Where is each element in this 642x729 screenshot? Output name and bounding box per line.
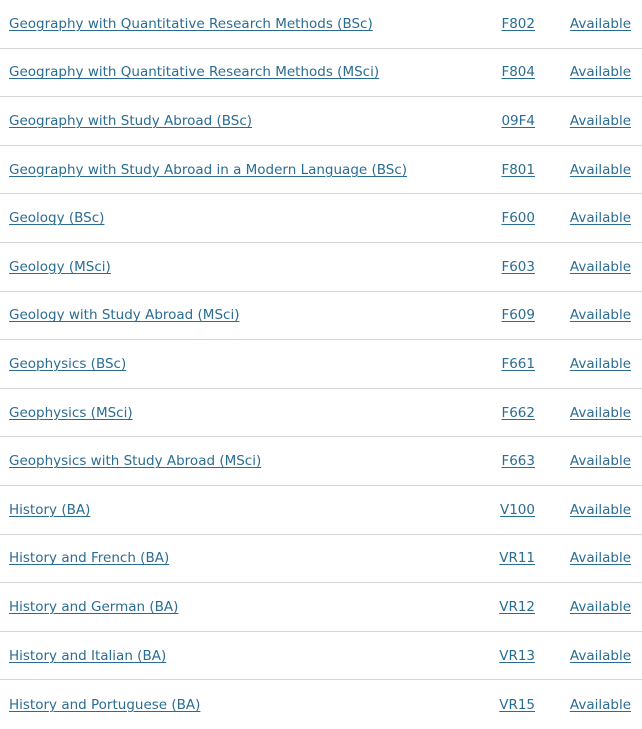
table-row: Geophysics (BSc) F661 Available — [0, 340, 642, 389]
course-code-link[interactable]: VR11 — [499, 550, 535, 566]
course-name-link[interactable]: History (BA) — [9, 502, 90, 518]
availability-link[interactable]: Available — [570, 307, 631, 323]
table-row: Geology (BSc) F600 Available — [0, 194, 642, 243]
course-name-link[interactable]: History and German (BA) — [9, 599, 178, 615]
course-code-link[interactable]: VR13 — [499, 648, 535, 664]
table-row: History and Italian (BA) VR13 Available — [0, 632, 642, 681]
availability-link[interactable]: Available — [570, 648, 631, 664]
table-row: History (BA) V100 Available — [0, 486, 642, 535]
table-row: Geography with Study Abroad in a Modern … — [0, 146, 642, 195]
course-code-link[interactable]: VR12 — [499, 599, 535, 615]
availability-link[interactable]: Available — [570, 259, 631, 275]
table-row: Geology (MSci) F603 Available — [0, 243, 642, 292]
course-code-link[interactable]: V100 — [500, 502, 535, 518]
course-code-link[interactable]: F600 — [501, 210, 535, 226]
course-code-link[interactable]: F603 — [501, 259, 535, 275]
course-code-link[interactable]: F801 — [501, 162, 535, 178]
course-name-link[interactable]: History and Portuguese (BA) — [9, 697, 200, 713]
table-row: Geography with Study Abroad (BSc) 09F4 Ava… — [0, 97, 642, 146]
table-row: Geography with Quantitative Research Met… — [0, 49, 642, 98]
availability-link[interactable]: Available — [570, 697, 631, 713]
availability-link[interactable]: Available — [570, 405, 631, 421]
availability-link[interactable]: Available — [570, 64, 631, 80]
course-table: Geography with Quantitative Research Met… — [0, 0, 642, 729]
course-name-link[interactable]: Geography with Quantitative Research Met… — [9, 64, 379, 80]
course-name-link[interactable]: Geology (BSc) — [9, 210, 104, 226]
availability-link[interactable]: Available — [570, 113, 631, 129]
course-code-link[interactable]: F804 — [501, 64, 535, 80]
availability-link[interactable]: Available — [570, 162, 631, 178]
course-code-link[interactable]: F661 — [501, 356, 535, 372]
course-code-link[interactable]: F662 — [501, 405, 535, 421]
table-row: History and German (BA) VR12 Available — [0, 583, 642, 632]
availability-link[interactable]: Available — [570, 453, 631, 469]
course-code-link[interactable]: F802 — [501, 16, 535, 32]
course-name-link[interactable]: Geophysics (MSci) — [9, 405, 133, 421]
course-name-link[interactable]: Geology with Study Abroad (MSci) — [9, 307, 239, 323]
course-name-link[interactable]: Geophysics (BSc) — [9, 356, 126, 372]
course-name-link[interactable]: History and Italian (BA) — [9, 648, 166, 664]
course-code-link[interactable]: F663 — [501, 453, 535, 469]
course-code-link[interactable]: F609 — [501, 307, 535, 323]
availability-link[interactable]: Available — [570, 599, 631, 615]
table-row: History and Portuguese (BA) VR15 Available — [0, 680, 642, 729]
course-code-link[interactable]: 09F4 — [501, 113, 535, 129]
course-name-link[interactable]: Geography with Study Abroad (BSc) — [9, 113, 252, 129]
table-row: Geography with Quantitative Research Met… — [0, 0, 642, 49]
availability-link[interactable]: Available — [570, 502, 631, 518]
table-row: History and French (BA) VR11 Available — [0, 535, 642, 584]
table-row: Geophysics (MSci) F662 Available — [0, 389, 642, 438]
course-code-link[interactable]: VR15 — [499, 697, 535, 713]
availability-link[interactable]: Available — [570, 210, 631, 226]
course-name-link[interactable]: History and French (BA) — [9, 550, 169, 566]
availability-link[interactable]: Available — [570, 550, 631, 566]
course-name-link[interactable]: Geology (MSci) — [9, 259, 111, 275]
availability-link[interactable]: Available — [570, 16, 631, 32]
course-name-link[interactable]: Geography with Study Abroad in a Modern … — [9, 162, 407, 178]
table-row: Geology with Study Abroad (MSci) F609 Avai… — [0, 292, 642, 341]
course-name-link[interactable]: Geography with Quantitative Research Met… — [9, 16, 373, 32]
availability-link[interactable]: Available — [570, 356, 631, 372]
course-name-link[interactable]: Geophysics with Study Abroad (MSci) — [9, 453, 261, 469]
table-row: Geophysics with Study Abroad (MSci) F663 A… — [0, 437, 642, 486]
